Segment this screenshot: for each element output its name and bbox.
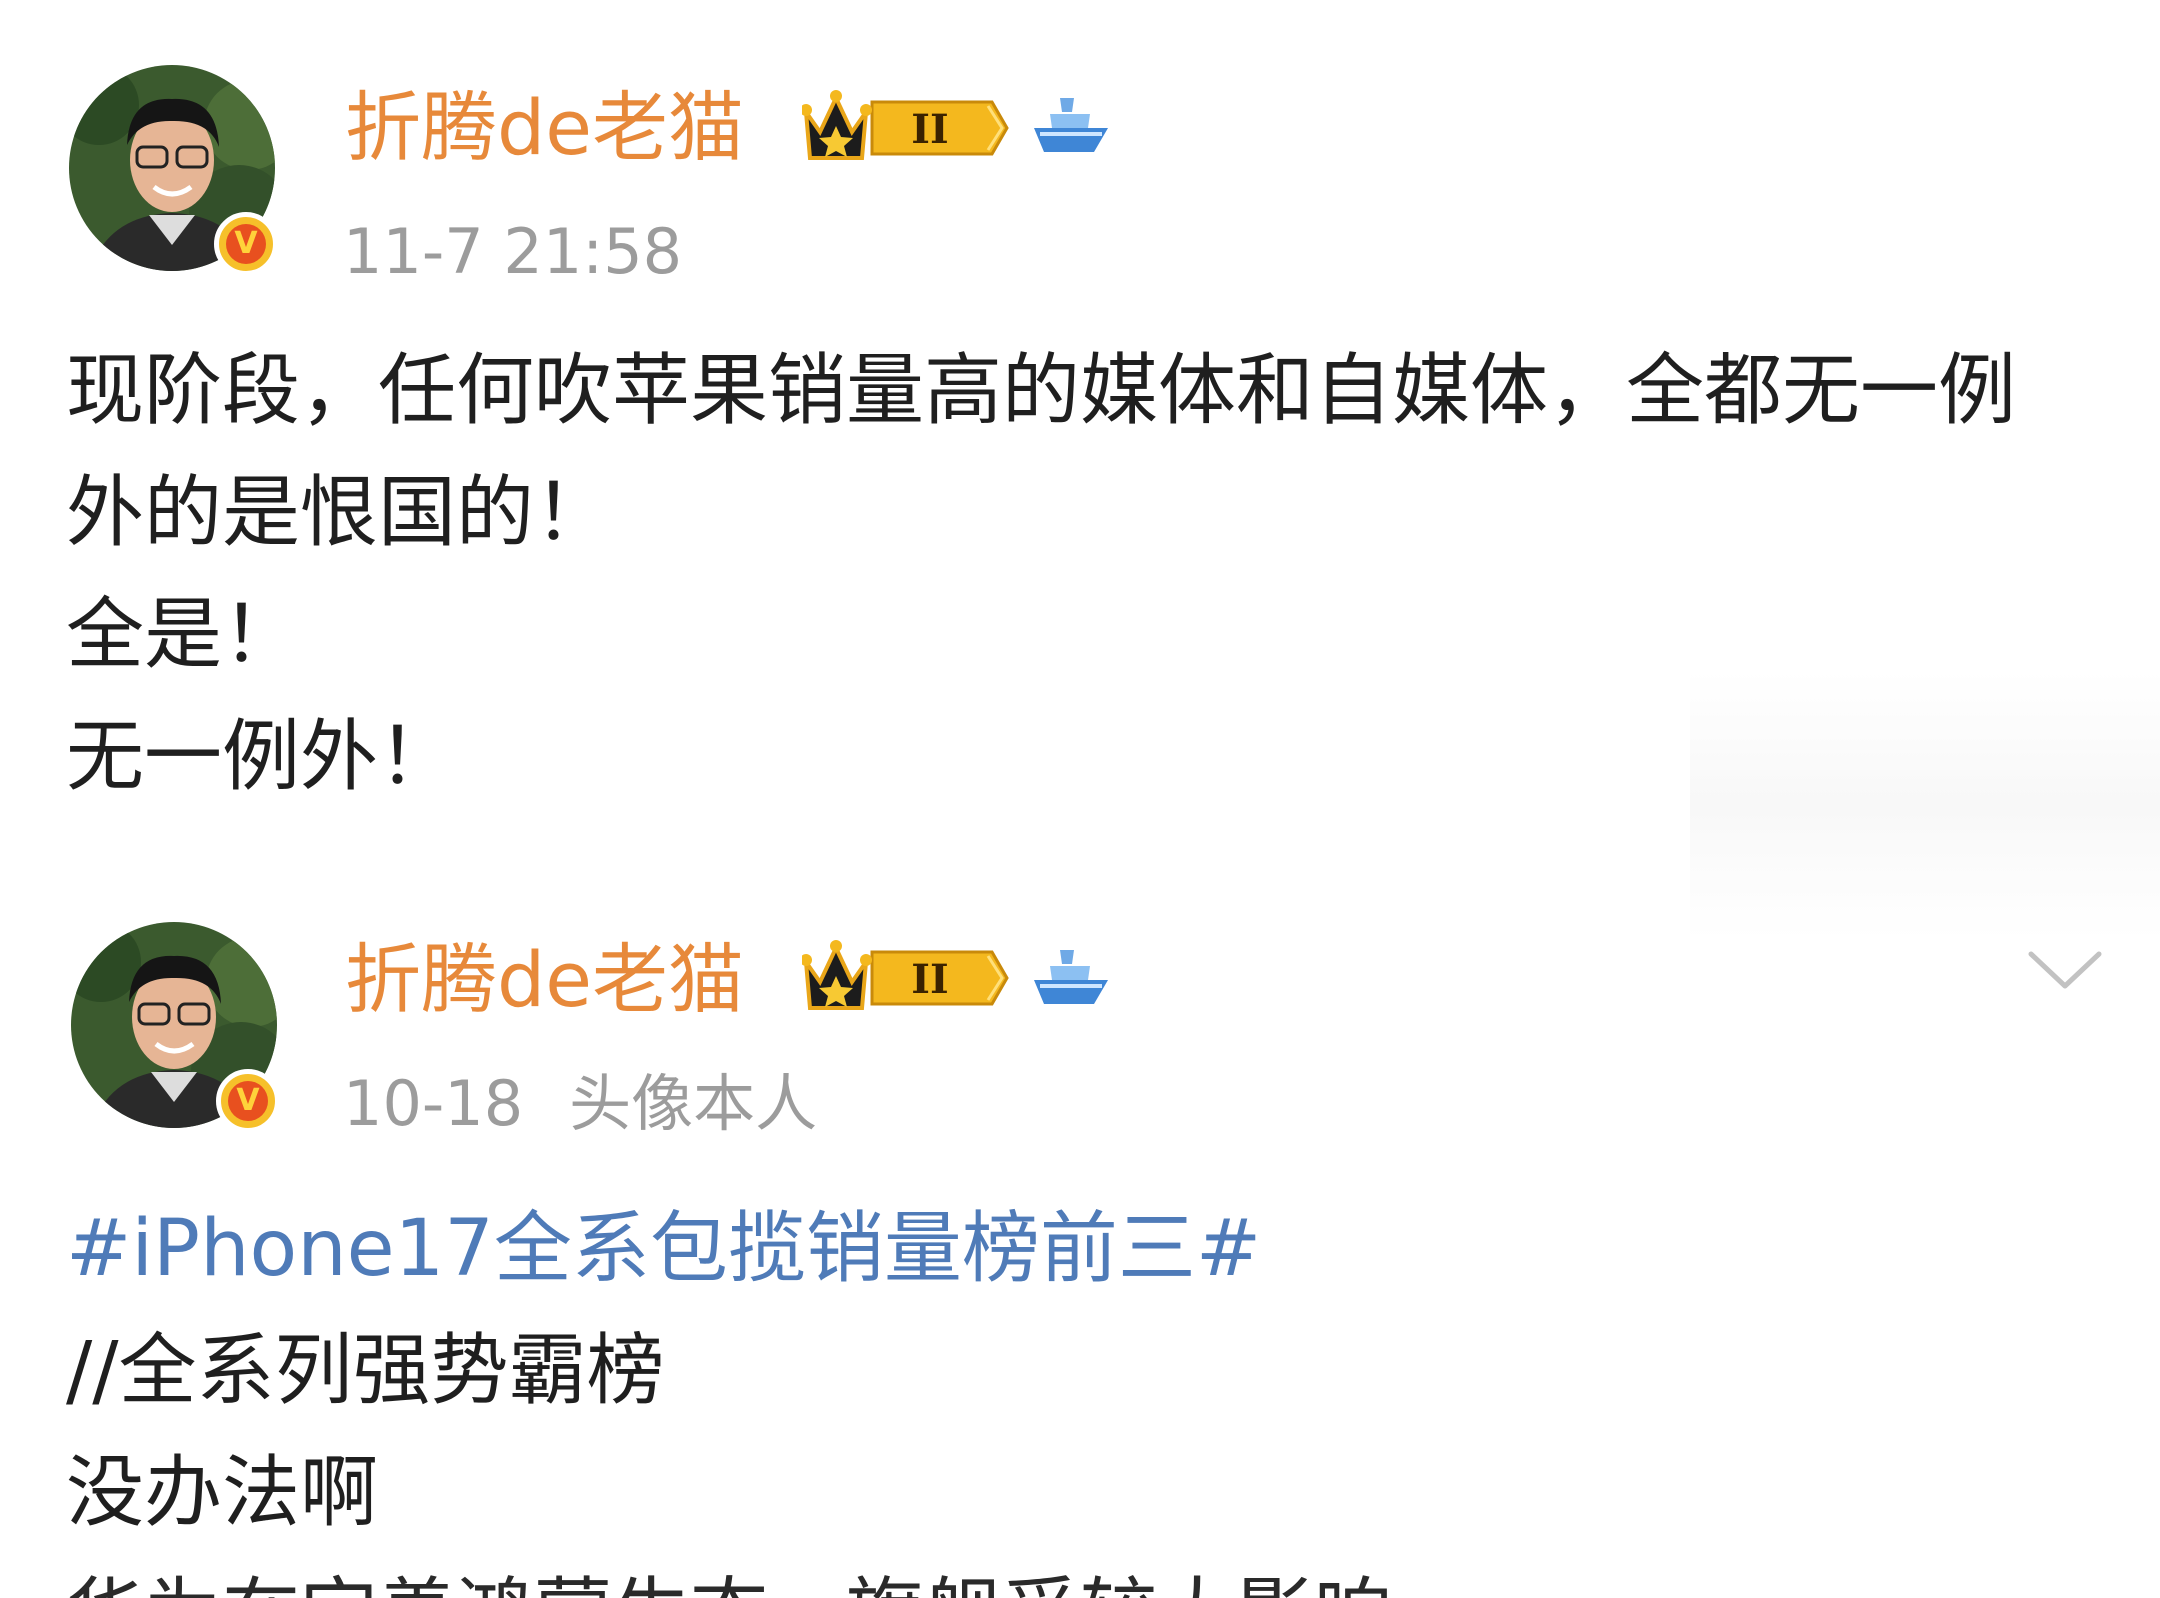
post-timestamp[interactable]: 10-18: [343, 1067, 523, 1140]
content-line: 华为在完善鸿蒙生态，旗舰受较大影响: [66, 1554, 2106, 1598]
content-line: //全系列强势霸榜: [66, 1326, 665, 1416]
username[interactable]: 折腾de老猫: [345, 935, 744, 1025]
post-timestamp[interactable]: 11-7 21:58: [343, 215, 682, 288]
v-badge-icon: V: [226, 224, 266, 264]
hashtag-link[interactable]: #iPhone17全系包揽销量榜前三#: [66, 1188, 2106, 1310]
chevron-down-icon[interactable]: [2025, 940, 2105, 1004]
verified-badge: V: [216, 1069, 280, 1133]
post-meta: 10-18 头像本人: [343, 1066, 817, 1142]
post-content[interactable]: #iPhone17全系包揽销量榜前三# //全系列强势霸榜 没办法啊 华为在完善…: [66, 1188, 2106, 1598]
crown-level-badge-icon[interactable]: II: [800, 88, 1012, 172]
username[interactable]: 折腾de老猫: [345, 83, 744, 173]
verified-badge: V: [214, 212, 278, 276]
v-badge-icon: V: [228, 1081, 268, 1121]
content-line: 没办法啊: [66, 1448, 379, 1538]
post-meta: 11-7 21:58: [343, 214, 682, 290]
blue-ship-icon[interactable]: [1030, 942, 1110, 1016]
background-shade: [1690, 670, 2160, 940]
blue-ship-icon[interactable]: [1030, 90, 1110, 164]
svg-text:II: II: [911, 106, 948, 153]
svg-text:II: II: [911, 956, 948, 1003]
crown-level-badge-icon[interactable]: II: [800, 938, 1012, 1022]
post-source: 头像本人: [569, 1067, 818, 1140]
content-line: 现阶段，任何吹苹果销量高的媒体和自媒体，全都无一例: [66, 346, 2017, 436]
content-line: 外的是恨国的！: [66, 468, 613, 558]
